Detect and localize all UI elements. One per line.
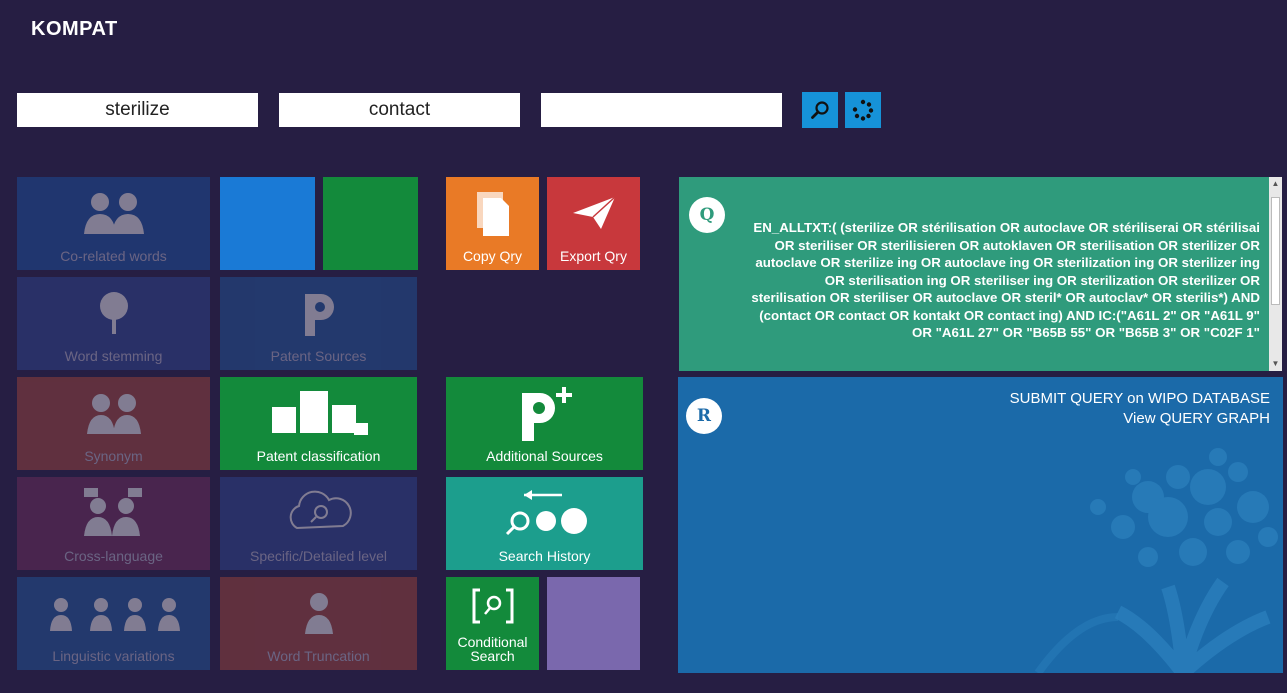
- paper-plane-icon: [572, 196, 616, 230]
- tile-green-blank[interactable]: [323, 177, 418, 270]
- result-badge: R: [686, 398, 722, 434]
- tile-label: Conditional Search: [457, 633, 528, 665]
- result-panel: R SUBMIT QUERY on WIPO DATABASE View QUE…: [678, 377, 1283, 673]
- tree-icon: [99, 292, 128, 335]
- group-icon: [49, 598, 180, 632]
- tile-additional-sources[interactable]: Additional Sources: [446, 377, 643, 470]
- submit-query-link[interactable]: SUBMIT QUERY on WIPO DATABASE: [1010, 389, 1270, 409]
- search-term-3-input[interactable]: [541, 93, 782, 127]
- tile-search-history[interactable]: Search History: [446, 477, 643, 570]
- search-term-1-input[interactable]: [17, 93, 258, 127]
- query-panel: Q EN_ALLTXT:( (sterilize OR stérilisatio…: [679, 177, 1282, 371]
- copy-qry-button[interactable]: Copy Qry: [446, 177, 539, 270]
- tile-cross-language[interactable]: Cross-language: [17, 477, 210, 570]
- tile-label: Linguistic variations: [52, 648, 175, 665]
- tile-label: Specific/Detailed level: [250, 548, 387, 565]
- tile-label: Patent classification: [256, 448, 381, 465]
- reset-button[interactable]: [845, 92, 881, 128]
- tile-conditional-search[interactable]: Conditional Search: [446, 577, 539, 670]
- tile-label: Patent Sources: [270, 348, 367, 365]
- search-button[interactable]: [802, 92, 838, 128]
- tile-label: Export Qry: [560, 248, 627, 265]
- patent-plus-icon: [521, 387, 572, 442]
- people-flags-icon: [83, 488, 142, 537]
- tile-synonym[interactable]: Synonym: [17, 377, 210, 470]
- tile-patent-classification[interactable]: Patent classification: [220, 377, 417, 470]
- tile-label: Synonym: [84, 448, 143, 465]
- patent-p-icon: [304, 294, 334, 337]
- tile-blue-blank[interactable]: [220, 177, 315, 270]
- tile-label: Word stemming: [64, 348, 163, 365]
- export-qry-button[interactable]: Export Qry: [547, 177, 640, 270]
- query-badge: Q: [689, 197, 725, 233]
- view-query-graph-link[interactable]: View QUERY GRAPH: [1010, 409, 1270, 429]
- app-title: KOMPAT: [31, 18, 118, 40]
- query-scrollbar[interactable]: ▲ ▼: [1269, 177, 1282, 371]
- tile-linguistic-variations[interactable]: Linguistic variations: [17, 577, 210, 670]
- scroll-up-arrow-icon[interactable]: ▲: [1269, 177, 1282, 191]
- tile-label: Word Truncation: [267, 648, 370, 665]
- tile-word-stemming[interactable]: Word stemming: [17, 277, 210, 370]
- people-icon: [86, 394, 141, 435]
- people-icon: [83, 193, 144, 235]
- scroll-thumb[interactable]: [1271, 197, 1280, 305]
- tile-label: Cross-language: [64, 548, 163, 565]
- tile-word-truncation[interactable]: Word Truncation: [220, 577, 417, 670]
- tile-correlated-words[interactable]: Co-related words: [17, 177, 210, 270]
- scroll-down-arrow-icon[interactable]: ▼: [1269, 357, 1282, 371]
- tile-label: Copy Qry: [462, 248, 523, 265]
- tile-specific-detailed-level[interactable]: Specific/Detailed level: [220, 477, 417, 570]
- tile-patent-sources[interactable]: Patent Sources: [220, 277, 417, 370]
- tile-lavender-blank[interactable]: [547, 577, 640, 670]
- bracket-search-icon: [472, 588, 513, 624]
- person-icon: [304, 593, 333, 635]
- history-search-icon: [505, 490, 587, 536]
- copy-icon: [476, 192, 509, 237]
- search-icon: [811, 101, 829, 119]
- tile-label: Additional Sources: [486, 448, 603, 465]
- boxes-icon: [271, 391, 368, 436]
- search-term-2-input[interactable]: [279, 93, 520, 127]
- cloud-search-icon: [289, 490, 352, 530]
- refresh-icon: [852, 99, 874, 121]
- query-text[interactable]: EN_ALLTXT:( (sterilize OR stérilisation …: [751, 219, 1260, 342]
- tile-label: Co-related words: [60, 248, 167, 265]
- tile-label: Search History: [498, 548, 591, 565]
